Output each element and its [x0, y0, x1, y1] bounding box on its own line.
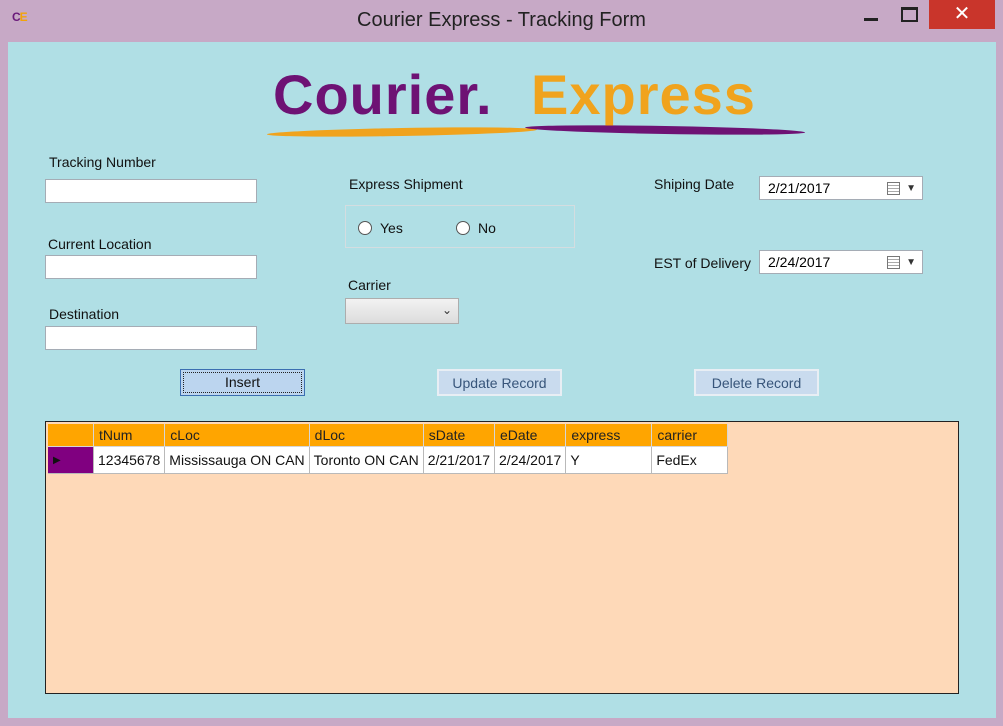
shipping-date-picker[interactable]: 2/21/2017 ▼ — [759, 176, 923, 200]
current-location-label: Current Location — [48, 236, 152, 252]
current-location-input[interactable] — [45, 255, 257, 279]
cell-edate[interactable]: 2/24/2017 — [494, 446, 567, 474]
destination-input[interactable] — [45, 326, 257, 350]
window-title: Courier Express - Tracking Form — [357, 9, 646, 31]
chevron-down-icon: ⌄ — [441, 303, 452, 317]
column-header-tnum[interactable]: tNum — [93, 424, 166, 447]
est-delivery-label: EST of Delivery — [654, 255, 751, 271]
close-button[interactable]: ✕ — [929, 0, 995, 29]
delete-record-button[interactable]: Delete Record — [694, 369, 819, 396]
courier-express-logo: Courier. Express — [263, 60, 823, 150]
destination-label: Destination — [49, 306, 120, 322]
form-client-area: Courier. Express Tracking Number Current… — [8, 42, 996, 718]
cell-tnum[interactable]: 12345678 — [93, 446, 166, 474]
express-shipment-group: Yes No — [345, 205, 575, 248]
logo-text-courier: Courier. — [273, 63, 493, 126]
column-header-express[interactable]: express — [565, 424, 653, 447]
table-row[interactable]: ▶ 12345678 Mississauga ON CAN Toronto ON… — [48, 446, 729, 474]
cell-dloc[interactable]: Toronto ON CAN — [309, 446, 424, 474]
tracking-number-label: Tracking Number — [49, 154, 156, 170]
logo-swoosh-orange — [266, 125, 538, 139]
logo-text-express: Express — [531, 63, 756, 126]
cell-express[interactable]: Y — [565, 446, 653, 474]
radio-circle-icon — [456, 221, 470, 235]
est-delivery-picker[interactable]: 2/24/2017 ▼ — [759, 250, 923, 274]
records-table: tNum cLoc dLoc sDate eDate express carri… — [48, 424, 729, 474]
minimize-button[interactable] — [856, 0, 888, 30]
carrier-dropdown[interactable]: ⌄ — [345, 298, 459, 324]
row-selector-arrow-icon[interactable]: ▶ — [48, 446, 94, 474]
maximize-button[interactable] — [892, 0, 926, 30]
grid-header-row: tNum cLoc dLoc sDate eDate express carri… — [48, 424, 729, 447]
carrier-label: Carrier — [348, 277, 391, 293]
cell-carrier[interactable]: FedEx — [651, 446, 729, 474]
insert-button[interactable]: Insert — [180, 369, 305, 396]
column-header-edate[interactable]: eDate — [494, 424, 567, 447]
column-header-sdate[interactable]: sDate — [423, 424, 496, 447]
dropdown-arrow-icon: ▼ — [906, 183, 916, 194]
shipping-date-label: Shiping Date — [654, 176, 735, 192]
radio-circle-icon — [358, 221, 372, 235]
cell-cloc[interactable]: Mississauga ON CAN — [164, 446, 310, 474]
calendar-icon — [887, 182, 900, 195]
calendar-icon — [887, 256, 900, 269]
title-bar: CE Courier Express - Tracking Form ✕ — [0, 0, 1003, 42]
cell-sdate[interactable]: 2/21/2017 — [423, 446, 496, 474]
express-shipment-label: Express Shipment — [349, 176, 463, 192]
column-header-cloc[interactable]: cLoc — [164, 424, 310, 447]
express-yes-radio[interactable]: Yes — [358, 220, 403, 236]
express-no-radio[interactable]: No — [456, 220, 496, 236]
records-grid[interactable]: tNum cLoc dLoc sDate eDate express carri… — [45, 421, 959, 694]
update-record-button[interactable]: Update Record — [437, 369, 562, 396]
dropdown-arrow-icon: ▼ — [906, 257, 916, 268]
row-header-corner[interactable] — [48, 424, 94, 447]
tracking-number-input[interactable] — [45, 179, 257, 203]
column-header-carrier[interactable]: carrier — [651, 424, 729, 447]
column-header-dloc[interactable]: dLoc — [309, 424, 424, 447]
